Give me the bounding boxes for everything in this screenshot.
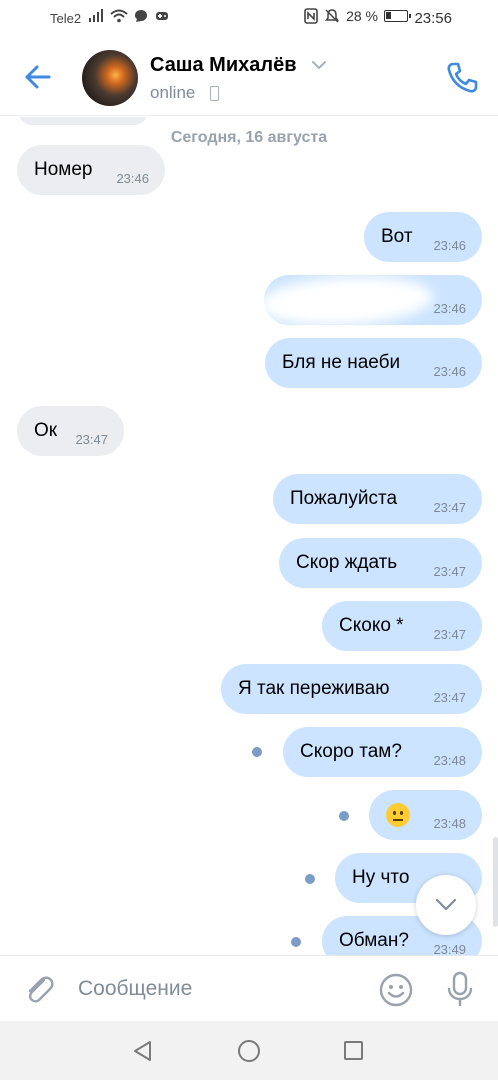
status-left-icons xyxy=(88,9,170,23)
message-bubble[interactable]: Пожалуйста 23:47 xyxy=(273,474,482,524)
message-bubble[interactable]: 23:48 xyxy=(369,790,482,840)
system-navigation-bar xyxy=(0,1021,498,1080)
smile-icon[interactable] xyxy=(378,972,414,1008)
chevron-down-icon xyxy=(435,898,457,911)
message-time: 23:47 xyxy=(433,564,466,579)
message-bubble[interactable]: Я так переживаю 23:47 xyxy=(221,664,482,714)
presence-status: online xyxy=(150,83,196,102)
message-text: Я так переживаю xyxy=(238,678,390,699)
nfc-icon xyxy=(304,8,318,24)
previous-message-bubble[interactable] xyxy=(18,117,148,125)
message-input[interactable] xyxy=(78,968,358,1010)
message-list[interactable]: Сегодня, 16 августа Номер 23:46 Вот 23:4… xyxy=(0,117,498,955)
message-bubble[interactable]: Скор ждать 23:47 xyxy=(279,538,482,588)
message-time: 23:48 xyxy=(433,816,466,831)
message-time: 23:47 xyxy=(433,627,466,642)
message-composer xyxy=(0,955,498,1021)
status-bar: Tele2 28 % 23:56 xyxy=(0,0,498,38)
message-bubble[interactable]: Вот 23:46 xyxy=(364,212,482,262)
mobile-device-icon xyxy=(210,86,219,101)
nav-back-icon[interactable] xyxy=(132,1040,154,1062)
phone-icon[interactable] xyxy=(444,60,480,96)
message-text: Скоро там? xyxy=(300,741,402,762)
message-bubble[interactable]: Ок 23:47 xyxy=(17,406,124,456)
message-time: 23:47 xyxy=(433,690,466,705)
message-bubble[interactable]: Скоко * 23:47 xyxy=(322,601,482,651)
message-text: Номер xyxy=(34,159,93,180)
message-time: 23:48 xyxy=(433,753,466,768)
message-bubble[interactable]: Скоро там? 23:48 xyxy=(283,727,482,777)
microphone-icon[interactable] xyxy=(444,970,476,1008)
scrollbar[interactable] xyxy=(493,837,498,927)
unread-indicator xyxy=(339,811,349,821)
message-time: 23:49 xyxy=(433,942,466,955)
wifi-icon xyxy=(110,9,128,23)
message-text: Ну что xyxy=(352,867,410,888)
message-time: 23:47 xyxy=(433,500,466,515)
conversation-header: Саша Михалёв online xyxy=(0,38,498,116)
message-text: Обман? xyxy=(339,930,409,951)
neutral-face-emoji-icon xyxy=(386,803,410,827)
message-time: 23:47 xyxy=(75,432,108,447)
chevron-down-icon[interactable] xyxy=(311,60,327,70)
message-notification-icon xyxy=(135,10,147,22)
game-notification-icon xyxy=(156,12,168,20)
scroll-to-bottom-button[interactable] xyxy=(416,875,476,935)
message-text: Скоко * xyxy=(339,615,404,636)
paperclip-icon[interactable] xyxy=(22,972,56,1006)
message-bubble[interactable]: Номер 23:46 xyxy=(17,145,165,195)
battery-icon xyxy=(384,10,411,22)
status-time: 23:56 xyxy=(414,10,452,27)
message-bubble[interactable]: Бля не наеби 23:46 xyxy=(265,338,482,388)
carrier-label: Tele2 xyxy=(50,11,82,26)
message-text: Ок xyxy=(34,420,58,441)
message-text: Пожалуйста xyxy=(290,488,398,509)
nav-home-icon[interactable] xyxy=(238,1040,260,1062)
mute-bell-icon xyxy=(325,9,340,23)
message-time: 23:46 xyxy=(433,301,466,316)
chat-screen: Tele2 28 % 23:56 Саша Михалёв online Сег… xyxy=(0,0,498,1080)
back-arrow-icon[interactable] xyxy=(22,60,56,94)
unread-indicator xyxy=(291,937,301,947)
unread-indicator xyxy=(252,747,262,757)
contact-name[interactable]: Саша Михалёв xyxy=(150,54,296,77)
message-text: Скор ждать xyxy=(296,552,398,573)
unread-indicator xyxy=(305,874,315,884)
signal-icon xyxy=(89,9,103,22)
battery-percent: 28 % xyxy=(346,8,378,24)
message-time: 23:46 xyxy=(116,171,149,186)
message-time: 23:46 xyxy=(433,364,466,379)
avatar[interactable] xyxy=(82,50,138,106)
message-time: 23:46 xyxy=(433,238,466,253)
nav-recents-icon[interactable] xyxy=(344,1041,363,1060)
message-text: Вот xyxy=(381,226,413,247)
status-right-icons: 28 % xyxy=(304,8,411,24)
message-text: Бля не наеби xyxy=(282,352,401,373)
